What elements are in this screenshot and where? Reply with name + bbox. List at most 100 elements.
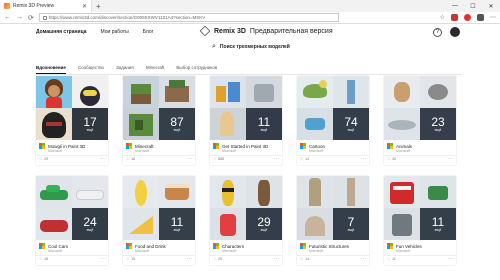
collection-card[interactable]: 11 ещё Fun Vehicles Microsoft ♡ 11 ⋯ bbox=[384, 176, 456, 265]
minimize-button[interactable]: — bbox=[446, 0, 464, 12]
more-options-icon[interactable]: ⋯ bbox=[448, 256, 453, 262]
collection-card[interactable]: 29 ещё Characters Microsoft ♡ 25 ⋯ bbox=[210, 176, 282, 265]
like-button[interactable]: ♡ 888 bbox=[213, 157, 224, 161]
like-button[interactable]: ♡ 15 bbox=[126, 257, 135, 261]
card-owner[interactable]: Microsoft bbox=[222, 249, 236, 253]
card-name[interactable]: Cool Cars bbox=[48, 244, 68, 249]
refresh-icon[interactable]: ⟳ bbox=[28, 14, 34, 22]
microsoft-logo-icon bbox=[387, 143, 393, 149]
card-title: Animals Microsoft bbox=[387, 143, 412, 153]
microsoft-logo-icon bbox=[39, 143, 45, 149]
card-name[interactable]: Mowgli in Paint 3D bbox=[48, 144, 85, 149]
new-tab-button[interactable]: + bbox=[96, 2, 101, 11]
like-button[interactable]: ♡ 29 bbox=[39, 157, 48, 161]
card-owner[interactable]: Microsoft bbox=[48, 249, 62, 253]
help-icon[interactable]: ? bbox=[433, 27, 442, 37]
forward-arrow-icon[interactable]: → bbox=[16, 14, 23, 21]
microsoft-logo-icon bbox=[126, 143, 132, 149]
card-name[interactable]: Food and Drink bbox=[135, 244, 166, 249]
site-brand[interactable]: Remix 3D Предварительная версия bbox=[199, 25, 333, 37]
card-owner[interactable]: Microsoft bbox=[309, 149, 323, 153]
extension-dark-icon[interactable] bbox=[477, 14, 484, 21]
more-options-icon[interactable]: ⋯ bbox=[361, 156, 366, 162]
card-name[interactable]: Fun Vehicles bbox=[396, 244, 422, 249]
url-field[interactable]: https://www.remix3d.com/discover/section… bbox=[38, 13, 339, 22]
card-name[interactable]: Characters bbox=[222, 244, 244, 249]
tab-minecraft[interactable]: Minecraft bbox=[146, 65, 165, 74]
tab-challenges[interactable]: Задания bbox=[116, 65, 134, 74]
card-name[interactable]: Cartoon bbox=[309, 144, 325, 149]
tab-staff-picks[interactable]: Выбор сотрудников bbox=[176, 65, 217, 74]
like-count: 888 bbox=[218, 157, 224, 161]
search-models[interactable]: ⌕ Поиск трехмерных моделей bbox=[212, 43, 290, 51]
more-options-icon[interactable]: ⋯ bbox=[100, 256, 105, 262]
more-options-icon[interactable]: ⋯ bbox=[274, 156, 279, 162]
site-header: Домашняя страница Мои работы Блог Remix … bbox=[0, 25, 500, 39]
card-owner[interactable]: Microsoft bbox=[396, 149, 410, 153]
thumbnail bbox=[420, 176, 456, 208]
more-label: ещё bbox=[173, 128, 181, 132]
user-avatar[interactable] bbox=[450, 27, 460, 37]
card-owner[interactable]: Microsoft bbox=[135, 249, 149, 253]
more-options-icon[interactable]: ⋯ bbox=[100, 156, 105, 162]
card-owner[interactable]: Microsoft bbox=[222, 149, 236, 153]
card-title: Cartoon Microsoft bbox=[300, 143, 325, 153]
collection-card[interactable]: 11 ещё Food and Drink Microsoft ♡ 15 ⋯ bbox=[123, 176, 195, 265]
tab-inspiration[interactable]: Вдохновение bbox=[36, 65, 66, 74]
like-button[interactable]: ♡ 14 bbox=[300, 257, 309, 261]
item-count: 7 bbox=[347, 215, 355, 229]
card-name[interactable]: Get Started in Paint 3D bbox=[222, 144, 268, 149]
divider bbox=[210, 155, 282, 156]
back-arrow-icon[interactable]: ← bbox=[4, 14, 11, 21]
like-button[interactable]: ♡ 40 bbox=[387, 157, 396, 161]
like-button[interactable]: ♡ 25 bbox=[213, 257, 222, 261]
card-name[interactable]: Animals bbox=[396, 144, 412, 149]
browser-menu-icon[interactable]: ⋯ bbox=[490, 14, 496, 21]
card-name[interactable]: Futuristic Structures bbox=[309, 244, 349, 249]
like-button[interactable]: ♡ 11 bbox=[387, 257, 396, 261]
item-count: 11 bbox=[257, 115, 271, 129]
nav-home[interactable]: Домашняя страница bbox=[36, 29, 87, 35]
card-owner[interactable]: Microsoft bbox=[135, 149, 149, 153]
tab-community[interactable]: Сообщество bbox=[78, 65, 104, 74]
thumbnail bbox=[297, 208, 333, 240]
card-owner[interactable]: Microsoft bbox=[309, 249, 323, 253]
thumbnail bbox=[123, 208, 159, 240]
like-button[interactable]: ♡ 16 bbox=[126, 157, 135, 161]
favorite-star-icon[interactable]: ☆ bbox=[440, 14, 445, 21]
like-button[interactable]: ♡ 14 bbox=[300, 157, 309, 161]
like-count: 14 bbox=[305, 157, 310, 161]
card-owner[interactable]: Microsoft bbox=[396, 249, 410, 253]
browser-tab[interactable]: Remix 3D Preview ✕ bbox=[0, 0, 92, 12]
collection-card[interactable]: 87 ещё Minecraft Microsoft ♡ 16 ⋯ bbox=[123, 76, 195, 165]
item-count-overlay: 74 ещё bbox=[333, 108, 369, 140]
item-count-overlay: 23 ещё bbox=[420, 108, 456, 140]
more-label: ещё bbox=[173, 228, 181, 232]
collection-card[interactable]: 23 ещё Animals Microsoft ♡ 40 ⋯ bbox=[384, 76, 456, 165]
more-options-icon[interactable]: ⋯ bbox=[187, 256, 192, 262]
more-options-icon[interactable]: ⋯ bbox=[361, 256, 366, 262]
address-bar: ← → ⟳ https://www.remix3d.com/discover/s… bbox=[0, 12, 500, 24]
more-options-icon[interactable]: ⋯ bbox=[274, 256, 279, 262]
card-owner[interactable]: Microsoft bbox=[48, 149, 62, 153]
tab-close-icon[interactable]: ✕ bbox=[82, 3, 87, 10]
extension-red-icon[interactable] bbox=[451, 14, 458, 21]
divider bbox=[36, 155, 108, 156]
card-name[interactable]: Minecraft bbox=[135, 144, 154, 149]
header-actions: ? bbox=[433, 27, 460, 37]
close-window-button[interactable]: ✕ bbox=[482, 0, 500, 12]
collection-card[interactable]: 74 ещё Cartoon Microsoft ♡ 14 ⋯ bbox=[297, 76, 369, 165]
more-options-icon[interactable]: ⋯ bbox=[448, 156, 453, 162]
collection-card[interactable]: 7 ещё Futuristic Structures Microsoft ♡ 1… bbox=[297, 176, 369, 265]
like-button[interactable]: ♡ 18 bbox=[39, 257, 48, 261]
item-count: 17 bbox=[83, 115, 97, 129]
card-thumbnails: 29 ещё bbox=[210, 176, 282, 240]
extension-shield-icon[interactable] bbox=[464, 14, 471, 21]
collection-card[interactable]: 24 ещё Cool Cars Microsoft ♡ 18 ⋯ bbox=[36, 176, 108, 265]
maximize-button[interactable]: ☐ bbox=[464, 0, 482, 12]
nav-blog[interactable]: Блог bbox=[143, 29, 154, 35]
more-options-icon[interactable]: ⋯ bbox=[187, 156, 192, 162]
collection-card[interactable]: 11 ещё Get Started in Paint 3D Microsoft… bbox=[210, 76, 282, 165]
collection-card[interactable]: 17 ещё Mowgli in Paint 3D Microsoft ♡ 29 … bbox=[36, 76, 108, 165]
nav-my-works[interactable]: Мои работы bbox=[101, 29, 129, 35]
